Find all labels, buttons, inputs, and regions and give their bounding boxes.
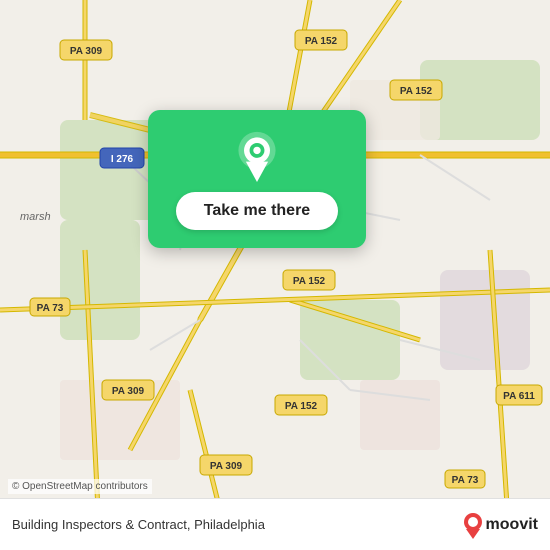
location-pin-icon	[231, 130, 283, 182]
map-attribution: © OpenStreetMap contributors	[8, 479, 152, 494]
svg-text:PA 611: PA 611	[503, 391, 535, 402]
take-me-there-button[interactable]: Take me there	[176, 192, 338, 230]
svg-text:PA 309: PA 309	[70, 46, 103, 57]
map-roads-svg: PA 309 PA 152 I 276 PA 152 marsh PA 73 P…	[0, 0, 550, 550]
svg-text:PA 152: PA 152	[293, 276, 326, 287]
svg-text:PA 73: PA 73	[37, 303, 64, 314]
svg-text:PA 152: PA 152	[400, 86, 433, 97]
svg-text:marsh: marsh	[20, 211, 51, 223]
svg-text:PA 152: PA 152	[305, 36, 338, 47]
moovit-text: moovit	[486, 516, 538, 534]
bottom-bar: Building Inspectors & Contract, Philadel…	[0, 498, 550, 550]
moovit-pin-icon	[462, 511, 484, 539]
map-container: PA 309 PA 152 I 276 PA 152 marsh PA 73 P…	[0, 0, 550, 550]
svg-text:PA 309: PA 309	[210, 461, 243, 472]
svg-text:I 276: I 276	[111, 154, 134, 165]
svg-text:PA 73: PA 73	[452, 475, 479, 486]
moovit-logo: moovit	[462, 511, 538, 539]
business-name: Building Inspectors & Contract, Philadel…	[12, 517, 454, 532]
svg-text:PA 152: PA 152	[285, 401, 318, 412]
location-card: Take me there	[148, 110, 366, 248]
svg-text:PA 309: PA 309	[112, 386, 145, 397]
